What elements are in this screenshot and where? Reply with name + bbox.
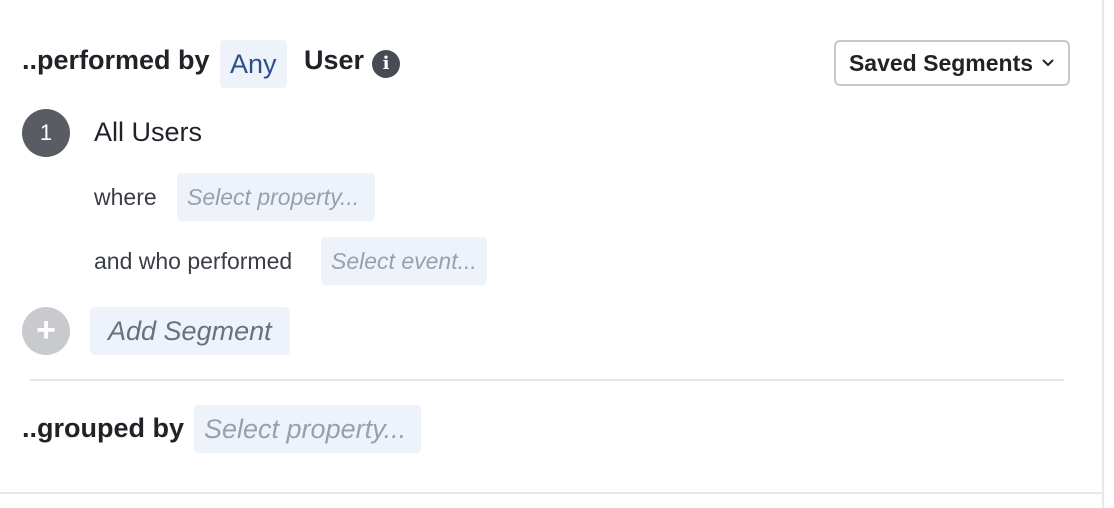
plus-icon[interactable]: + — [22, 307, 70, 355]
saved-segments-button[interactable]: Saved Segments — [834, 40, 1070, 86]
any-selector[interactable]: Any — [220, 40, 287, 88]
add-segment-button[interactable]: Add Segment — [90, 307, 290, 355]
segment-number-badge: 1 — [22, 109, 70, 157]
panel-right-border — [1102, 0, 1104, 508]
where-label: where — [94, 184, 157, 210]
grouped-by-label: ..grouped by — [22, 413, 184, 443]
select-event-input[interactable]: Select event... — [321, 237, 487, 285]
select-property-input[interactable]: Select property... — [177, 173, 375, 221]
performed-by-label: ..performed by — [22, 45, 210, 75]
saved-segments-label: Saved Segments — [848, 50, 1034, 76]
grouped-by-property-input[interactable]: Select property... — [194, 405, 421, 453]
section-divider — [30, 379, 1064, 381]
and-who-performed-label: and who performed — [94, 248, 293, 274]
chevron-down-icon — [1042, 59, 1054, 67]
info-icon[interactable]: i — [372, 50, 400, 78]
segment-name[interactable]: All Users — [94, 117, 202, 148]
user-label: User — [304, 45, 365, 75]
panel-bottom-border — [0, 492, 1104, 494]
